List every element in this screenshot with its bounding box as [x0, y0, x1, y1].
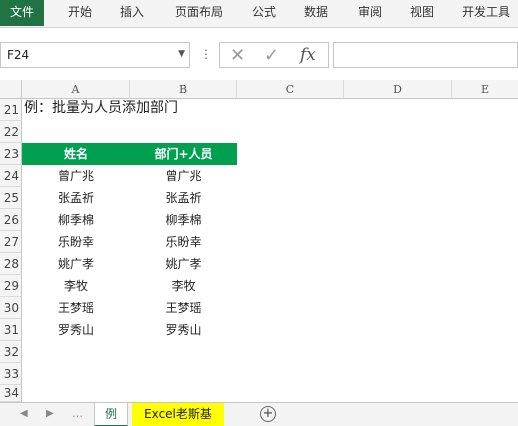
table-cell-name[interactable]: 柳季棉 [22, 209, 130, 231]
row-header[interactable]: 26 [0, 209, 22, 231]
scroll-right-icon[interactable]: ▶ [46, 408, 54, 419]
table-cell-dept-person[interactable]: 乐盼幸 [130, 231, 237, 253]
table-cell-dept-person[interactable]: 罗秀山 [130, 319, 237, 341]
column-header-b[interactable]: B [130, 80, 237, 99]
row-header[interactable]: 22 [0, 121, 22, 143]
row-header[interactable]: 24 [0, 165, 22, 187]
row-header[interactable]: 34 [0, 385, 22, 402]
table-cell-name[interactable]: 乐盼幸 [22, 231, 130, 253]
row-header[interactable]: 31 [0, 319, 22, 341]
table-header-dept-person[interactable]: 部门+人员 [130, 143, 237, 165]
row-header[interactable]: 29 [0, 275, 22, 297]
function-icon[interactable]: fx [300, 45, 316, 65]
check-icon[interactable]: ✓ [264, 45, 279, 66]
add-sheet-icon[interactable]: + [260, 406, 276, 422]
row-header[interactable]: 30 [0, 297, 22, 319]
tab-page-layout[interactable]: 页面布局 [164, 0, 234, 26]
column-header-e[interactable]: E [452, 80, 518, 99]
column-header-d[interactable]: D [344, 80, 452, 99]
table-cell-name[interactable]: 曾广兆 [22, 165, 130, 187]
formula-input[interactable] [333, 42, 518, 68]
table-cell-name[interactable]: 王梦瑶 [22, 297, 130, 319]
tab-review[interactable]: 审阅 [350, 0, 390, 26]
table-cell-name[interactable]: 罗秀山 [22, 319, 130, 341]
column-header-c[interactable]: C [237, 80, 344, 99]
tab-view[interactable]: 视图 [402, 0, 442, 26]
table-cell-name[interactable]: 张孟祈 [22, 187, 130, 209]
table-cell-dept-person[interactable]: 柳季棉 [130, 209, 237, 231]
row-header[interactable]: 28 [0, 253, 22, 275]
close-icon[interactable]: ✕ [230, 45, 245, 66]
more-sheets-icon[interactable]: … [72, 407, 83, 420]
sheet-title-cell[interactable]: 例：批量为人员添加部门 [24, 98, 178, 120]
row-header[interactable]: 32 [0, 341, 22, 363]
table-cell-name[interactable]: 姚广孝 [22, 253, 130, 275]
tab-data[interactable]: 数据 [296, 0, 336, 26]
ribbon-tab-bar: 文件 开始 插入 页面布局 公式 数据 审阅 视图 开发工具 [0, 0, 518, 28]
table-cell-name[interactable]: 李牧 [22, 275, 130, 297]
sheet-tab-excel-laosiji[interactable]: Excel老斯基 [132, 403, 224, 426]
column-header-a[interactable]: A [22, 80, 130, 99]
table-cell-dept-person[interactable]: 张孟祈 [130, 187, 237, 209]
sheet-tab-example[interactable]: 例 [94, 403, 128, 426]
select-all-corner[interactable] [0, 80, 22, 99]
table-cell-dept-person[interactable]: 王梦瑶 [130, 297, 237, 319]
table-cell-dept-person[interactable]: 姚广孝 [130, 253, 237, 275]
scroll-left-icon[interactable]: ◀ [20, 408, 28, 419]
tab-developer[interactable]: 开发工具 [454, 0, 518, 26]
row-header[interactable]: 21 [0, 99, 22, 121]
table-cell-dept-person[interactable]: 李牧 [130, 275, 237, 297]
tab-home[interactable]: 开始 [60, 0, 100, 26]
column-headers: A B C D E [0, 80, 518, 99]
row-header[interactable]: 25 [0, 187, 22, 209]
table-header-name[interactable]: 姓名 [22, 143, 130, 165]
tab-file[interactable]: 文件 [0, 0, 44, 26]
sheet-tab-bar: ◀ ▶ … 例 Excel老斯基 + [0, 402, 518, 426]
row-header[interactable]: 33 [0, 363, 22, 385]
table-cell-dept-person[interactable]: 曾广兆 [130, 165, 237, 187]
tab-formulas[interactable]: 公式 [244, 0, 284, 26]
row-header[interactable]: 27 [0, 231, 22, 253]
row-header[interactable]: 23 [0, 143, 22, 165]
formula-buttons: ✕ ✓ fx [219, 42, 329, 68]
tab-insert[interactable]: 插入 [112, 0, 152, 26]
more-icon[interactable]: ⋮ [200, 47, 212, 61]
name-box-value: F24 [7, 48, 30, 62]
formula-bar: F24 ▼ ⋮ ✕ ✓ fx [0, 38, 518, 72]
chevron-down-icon[interactable]: ▼ [178, 49, 185, 59]
name-box[interactable]: F24 ▼ [0, 42, 190, 68]
